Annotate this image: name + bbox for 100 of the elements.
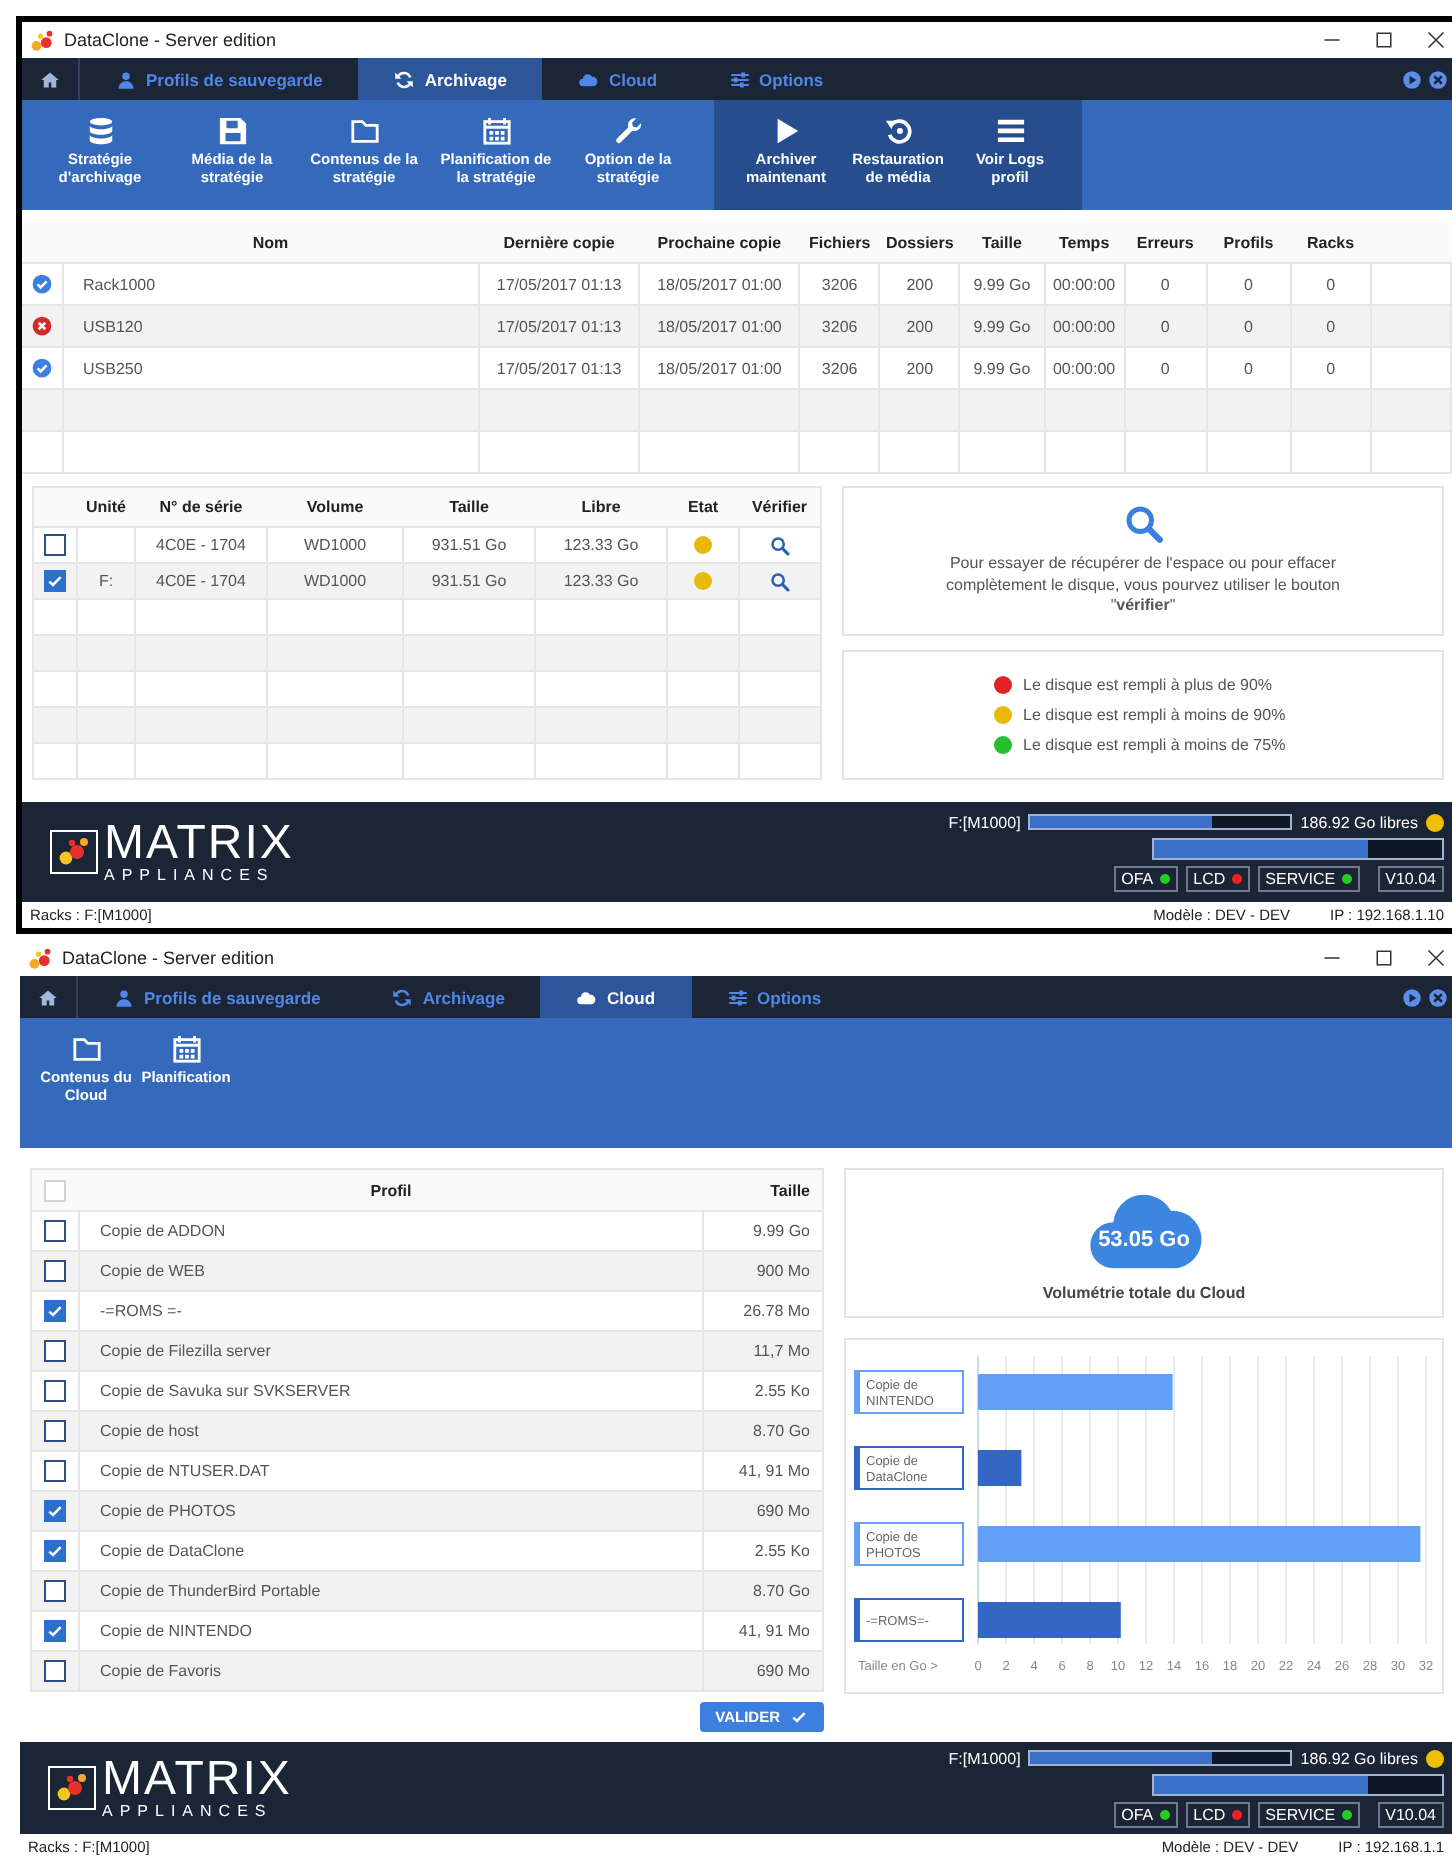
calendar-icon bbox=[171, 1034, 201, 1064]
maximize-icon[interactable] bbox=[1372, 28, 1396, 52]
window-title: DataClone - Server edition bbox=[62, 948, 275, 968]
logo-tagline: APPLIANCES bbox=[102, 1804, 275, 1820]
checkbox[interactable] bbox=[44, 1540, 66, 1562]
tab[interactable]: Profils de sauvegarde bbox=[80, 58, 359, 100]
restore-icon bbox=[883, 116, 913, 146]
search-icon[interactable] bbox=[770, 571, 790, 591]
checkbox[interactable] bbox=[44, 1420, 66, 1442]
close-icon[interactable] bbox=[1424, 28, 1448, 52]
table-cell: 690 Mo bbox=[703, 1491, 823, 1531]
column-header: Fichiers bbox=[799, 222, 880, 263]
table-cell: Copie de WEB bbox=[79, 1251, 703, 1291]
status-badge: SERVICE bbox=[1257, 865, 1360, 891]
table-cell: 900 Mo bbox=[703, 1251, 823, 1291]
column-header: N° de série bbox=[135, 487, 267, 527]
table-cell: 200 bbox=[879, 305, 960, 347]
column-header: Unité bbox=[77, 487, 135, 527]
checkbox[interactable] bbox=[44, 1260, 66, 1282]
status-badge: LCD bbox=[1185, 865, 1250, 891]
checkbox[interactable] bbox=[44, 1500, 66, 1522]
logo-icon bbox=[48, 1766, 96, 1810]
home-icon bbox=[38, 987, 58, 1007]
user-icon bbox=[114, 987, 134, 1007]
checkbox[interactable] bbox=[44, 1460, 66, 1482]
version-badge: V10.04 bbox=[1377, 865, 1444, 891]
checkbox[interactable] bbox=[44, 1220, 66, 1242]
column-header: Vérifier bbox=[739, 487, 821, 527]
play-icon[interactable] bbox=[1402, 987, 1422, 1007]
table-cell: 4C0E - 1704 bbox=[135, 563, 267, 599]
table-cell: 00:00:00 bbox=[1044, 305, 1125, 347]
table-cell: Copie de DataClone bbox=[79, 1531, 703, 1571]
checkbox[interactable] bbox=[44, 1580, 66, 1602]
tab[interactable]: Archivage bbox=[356, 976, 541, 1018]
column-header: Nom bbox=[62, 222, 479, 263]
tab[interactable]: Options bbox=[691, 976, 858, 1018]
tab[interactable]: Profils de sauvegarde bbox=[78, 976, 357, 1018]
user-icon bbox=[116, 69, 136, 89]
column-header: Erreurs bbox=[1124, 222, 1207, 263]
table-cell: Copie de PHOTOS bbox=[79, 1491, 703, 1531]
tab[interactable]: Options bbox=[693, 58, 860, 100]
column-header: Libre bbox=[535, 487, 667, 527]
list-icon bbox=[995, 116, 1025, 146]
column-header: Volume bbox=[267, 487, 403, 527]
table-cell: F: bbox=[77, 563, 135, 599]
checkbox[interactable] bbox=[44, 1300, 66, 1322]
bar bbox=[978, 1450, 1022, 1486]
tab[interactable]: Cloud bbox=[542, 58, 694, 100]
table-cell: USB120 bbox=[62, 305, 479, 347]
table-cell: 8.70 Go bbox=[703, 1411, 823, 1451]
free-space-label: 186.92 Go libres bbox=[1300, 813, 1418, 831]
table-cell: Copie de Filezilla server bbox=[79, 1331, 703, 1371]
table-cell: 0 bbox=[1124, 305, 1207, 347]
table-cell: Copie de host bbox=[79, 1411, 703, 1451]
column-header: Etat bbox=[667, 487, 739, 527]
info-text: Pour essayer de récupérer de l'espace ou pour effacer complètement le disque, vous pourvez utiliser le bouton "vérifier" bbox=[944, 553, 1342, 619]
folder-icon bbox=[71, 1034, 101, 1064]
logo-icon bbox=[50, 830, 98, 874]
table-cell: 690 Mo bbox=[703, 1651, 823, 1691]
column-header: Profil bbox=[79, 1169, 703, 1211]
maximize-icon[interactable] bbox=[1372, 946, 1396, 970]
cloud-icon bbox=[578, 69, 599, 89]
close-icon[interactable] bbox=[1424, 946, 1448, 970]
checkbox[interactable] bbox=[44, 534, 66, 556]
column-header: Profils bbox=[1206, 222, 1291, 263]
column-header: Prochaine copie bbox=[639, 222, 800, 263]
window-title: DataClone - Server edition bbox=[64, 30, 277, 50]
bar bbox=[978, 1602, 1121, 1638]
column-header: Taille bbox=[703, 1169, 823, 1211]
checkbox[interactable] bbox=[44, 1340, 66, 1362]
table-cell: Copie de Favoris bbox=[79, 1651, 703, 1691]
legend-text: Le disque est rempli à moins de 75% bbox=[1023, 736, 1286, 754]
table-cell: 17/05/2017 01:13 bbox=[478, 305, 640, 347]
table-cell: 0 bbox=[1290, 305, 1371, 347]
table-cell: 123.33 Go bbox=[535, 563, 667, 599]
drive-label: F:[M1000] bbox=[948, 1749, 1021, 1767]
checkbox[interactable] bbox=[44, 1660, 66, 1682]
table-cell: -=ROMS =- bbox=[79, 1291, 703, 1331]
table-cell: Copie de NINTENDO bbox=[79, 1611, 703, 1651]
app-icon bbox=[30, 27, 56, 53]
table-cell: Copie de ThunderBird Portable bbox=[79, 1571, 703, 1611]
table-cell: 18/05/2017 01:00 bbox=[639, 305, 800, 347]
status-badge: LCD bbox=[1185, 1801, 1250, 1827]
table-cell: 8.70 Go bbox=[703, 1571, 823, 1611]
wrench-icon bbox=[613, 116, 643, 146]
checkbox[interactable] bbox=[44, 1380, 66, 1402]
cloud-icon bbox=[576, 987, 597, 1007]
checkbox[interactable] bbox=[44, 1620, 66, 1642]
column-header: Dossiers bbox=[879, 222, 960, 263]
search-icon[interactable] bbox=[770, 535, 790, 555]
column-header: Dernière copie bbox=[478, 222, 640, 263]
tab[interactable]: Cloud bbox=[540, 976, 692, 1018]
checkbox[interactable] bbox=[44, 570, 66, 592]
total-label: Volumétrie totale du Cloud bbox=[1042, 1284, 1246, 1302]
folder-icon bbox=[349, 116, 379, 146]
table-cell: 0 bbox=[1206, 305, 1291, 347]
play-icon[interactable] bbox=[1402, 69, 1422, 89]
legend-text: Le disque est rempli à moins de 90% bbox=[1023, 706, 1286, 724]
column-header: Taille bbox=[403, 487, 535, 527]
tab[interactable]: Archivage bbox=[358, 58, 543, 100]
